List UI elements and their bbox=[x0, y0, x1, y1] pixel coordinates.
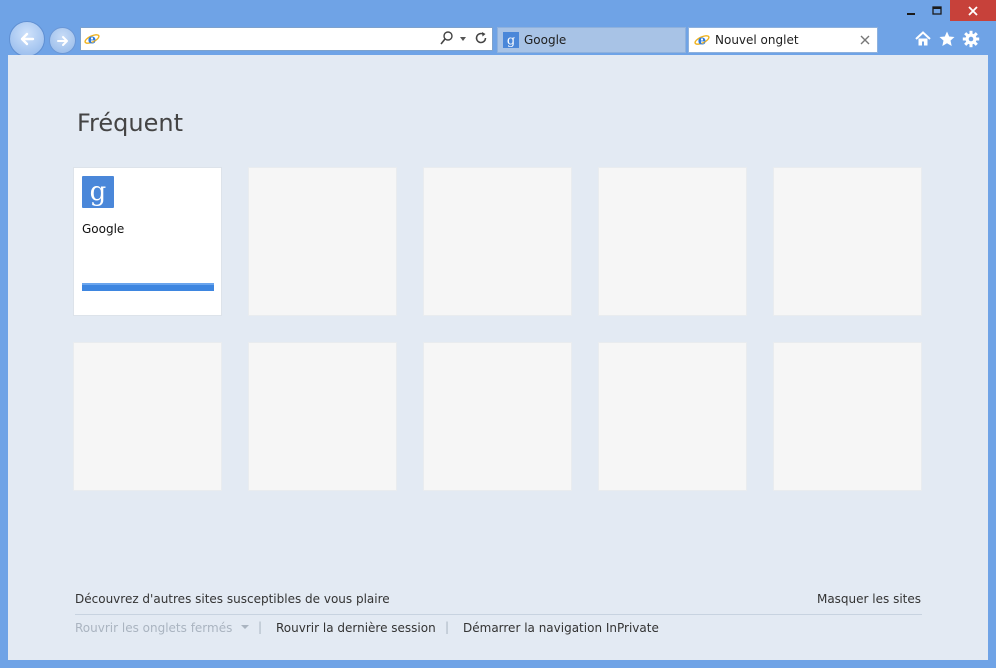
maximize-icon bbox=[932, 5, 942, 15]
google-icon: g bbox=[82, 176, 114, 208]
empty-tile bbox=[423, 167, 572, 316]
minimize-icon bbox=[907, 12, 915, 15]
caption-buttons bbox=[898, 0, 996, 21]
forward-button[interactable] bbox=[49, 27, 76, 54]
tab-google-label: Google bbox=[524, 33, 567, 47]
empty-tile bbox=[773, 167, 922, 316]
tab-google[interactable]: g Google bbox=[497, 27, 686, 53]
reopen-closed-tabs-link[interactable]: Rouvrir les onglets fermés bbox=[75, 621, 250, 635]
tab-new-tab-label: Nouvel onglet bbox=[715, 33, 799, 47]
empty-tile bbox=[73, 342, 222, 491]
empty-tile bbox=[598, 342, 747, 491]
address-bar: e bbox=[80, 27, 493, 51]
svg-text:e: e bbox=[698, 34, 706, 49]
home-icon[interactable] bbox=[914, 30, 932, 48]
empty-tile bbox=[598, 167, 747, 316]
search-icon[interactable] bbox=[440, 30, 454, 46]
google-icon: g bbox=[503, 32, 519, 48]
page-title: Fréquent bbox=[77, 109, 183, 137]
reopen-last-session-link[interactable]: Rouvrir la dernière session bbox=[276, 621, 436, 635]
ie-icon: e bbox=[84, 33, 100, 48]
close-icon bbox=[968, 5, 978, 16]
tile-label: Google bbox=[82, 222, 125, 236]
frequent-tile-google[interactable]: g Google bbox=[73, 167, 222, 316]
empty-tile bbox=[248, 167, 397, 316]
settings-gear-icon[interactable] bbox=[962, 30, 980, 48]
maximize-button[interactable] bbox=[924, 0, 950, 21]
inprivate-link[interactable]: Démarrer la navigation InPrivate bbox=[463, 621, 659, 635]
reopen-closed-tabs-label: Rouvrir les onglets fermés bbox=[75, 621, 233, 635]
empty-tile bbox=[773, 342, 922, 491]
svg-text:g: g bbox=[507, 34, 515, 49]
back-button[interactable] bbox=[9, 21, 45, 57]
visit-frequency-bar bbox=[82, 283, 214, 291]
browser-window: e g Google e Nouvel onglet Fréquent g Go… bbox=[0, 0, 996, 668]
separator: | bbox=[445, 620, 450, 634]
separator: | bbox=[258, 620, 263, 634]
empty-tile bbox=[248, 342, 397, 491]
divider bbox=[75, 614, 922, 615]
hide-sites-link[interactable]: Masquer les sites bbox=[817, 592, 921, 606]
new-tab-page: Fréquent g Google Découvrez d'autres sit… bbox=[8, 55, 988, 660]
forward-arrow-icon bbox=[56, 35, 68, 46]
tab-close-icon[interactable] bbox=[859, 34, 871, 46]
ie-icon: e bbox=[694, 34, 710, 49]
dropdown-arrow-icon[interactable] bbox=[458, 30, 468, 46]
svg-text:e: e bbox=[88, 33, 96, 48]
dropdown-arrow-icon bbox=[241, 625, 250, 629]
back-arrow-icon bbox=[20, 32, 35, 46]
tab-new-tab[interactable]: e Nouvel onglet bbox=[688, 27, 878, 53]
favorites-star-icon[interactable] bbox=[938, 30, 956, 48]
close-window-button[interactable] bbox=[950, 0, 996, 21]
empty-tile bbox=[423, 342, 572, 491]
address-input[interactable] bbox=[103, 30, 433, 48]
refresh-icon[interactable] bbox=[473, 30, 489, 46]
minimize-button[interactable] bbox=[898, 0, 924, 21]
discover-sites-link[interactable]: Découvrez d'autres sites susceptibles de… bbox=[75, 592, 390, 606]
